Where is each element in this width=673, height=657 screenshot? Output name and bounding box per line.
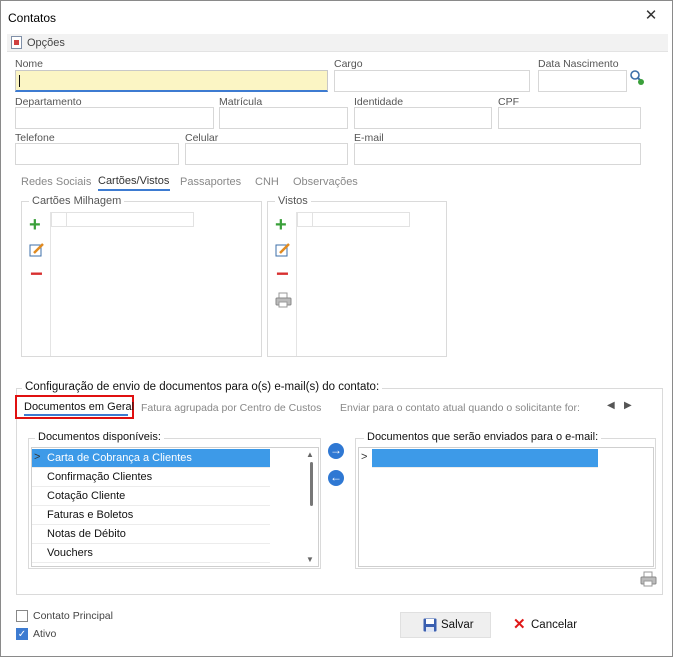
tab-redes-sociais[interactable]: Redes Sociais (21, 176, 91, 188)
edit-icon[interactable] (275, 242, 291, 258)
cartoes-milhagem-group: + − (21, 201, 262, 357)
document-icon (11, 36, 22, 49)
ativo-checkbox[interactable]: ✓ (16, 628, 28, 640)
tab-observacoes[interactable]: Observações (293, 176, 358, 188)
nome-field[interactable] (15, 70, 328, 92)
selected-list[interactable]: > (358, 447, 654, 567)
cancelar-label: Cancelar (531, 619, 578, 631)
ativo-label: Ativo (33, 628, 57, 640)
text-caret (19, 75, 20, 87)
vistos-header-indicator (297, 212, 313, 227)
list-item[interactable] (372, 449, 598, 468)
cancelar-button[interactable]: ✕ Cancelar (503, 612, 583, 638)
remove-icon[interactable]: − (276, 263, 289, 285)
vistos-toolbar: + − (268, 212, 297, 356)
list-item[interactable]: Vouchers (32, 544, 270, 563)
scroll-left-icon[interactable]: ◀ (607, 400, 615, 411)
celular-field[interactable] (185, 143, 348, 165)
cartoes-header-indicator (51, 212, 67, 227)
cartoes-header-cell (66, 212, 194, 227)
printer-icon[interactable] (275, 292, 292, 308)
cargo-field[interactable] (334, 70, 530, 92)
vistos-header-cell (312, 212, 410, 227)
data-nascimento-field[interactable] (538, 70, 627, 92)
edit-icon[interactable] (29, 242, 45, 258)
telefone-field[interactable] (15, 143, 179, 165)
cartoes-toolbar: + − (22, 212, 51, 356)
available-group: Carta de Cobrança a Clientes > Confirmaç… (28, 438, 321, 569)
row-pointer-icon: > (361, 451, 368, 463)
list-item[interactable]: Carta de Cobrança a Clientes (32, 449, 270, 468)
add-icon[interactable]: + (29, 215, 41, 235)
data-nascimento-label: Data Nascimento (538, 58, 619, 70)
close-icon[interactable]: ✕ (642, 7, 660, 25)
tab-cnh[interactable]: CNH (255, 176, 279, 188)
list-item[interactable]: Confirmação Clientes (32, 468, 270, 487)
salvar-label: Salvar (441, 619, 474, 631)
contatos-window: Contatos ✕ Opções Nome Cargo Data Nascim… (0, 0, 673, 657)
printer-icon[interactable] (640, 571, 657, 587)
move-left-icon[interactable]: ← (328, 470, 344, 486)
departamento-field[interactable] (15, 107, 214, 129)
scroll-up-icon[interactable]: ▲ (306, 450, 314, 459)
cancel-icon: ✕ (513, 616, 526, 633)
selected-group: > (355, 438, 656, 569)
save-icon (423, 618, 437, 632)
cpf-field[interactable] (498, 107, 641, 129)
config-title: Configuração de envio de documentos para… (22, 381, 383, 393)
cartoes-milhagem-title: Cartões Milhagem (29, 195, 125, 207)
selected-title: Documentos que serão enviados para o e-m… (364, 431, 602, 443)
options-label: Opções (27, 37, 65, 49)
options-bar[interactable]: Opções (7, 34, 668, 52)
subtab-documentos-em-geral[interactable]: Documentos em Geral (24, 401, 134, 413)
available-list[interactable]: Carta de Cobrança a Clientes > Confirmaç… (31, 447, 319, 567)
nome-label: Nome (15, 58, 44, 70)
vistos-group: + − (267, 201, 447, 357)
search-person-icon[interactable] (629, 69, 645, 86)
contato-principal-checkbox[interactable] (16, 610, 28, 622)
row-pointer-icon: > (34, 451, 41, 463)
scroll-down-icon[interactable]: ▼ (306, 555, 314, 564)
matricula-field[interactable] (219, 107, 348, 129)
available-title: Documentos disponíveis: (35, 431, 164, 443)
email-field[interactable] (354, 143, 641, 165)
list-item[interactable]: Notas de Débito (32, 525, 270, 544)
identidade-field[interactable] (354, 107, 492, 129)
scroll-right-icon[interactable]: ▶ (624, 400, 632, 411)
tab-passaportes[interactable]: Passaportes (180, 176, 241, 188)
tab-selected-underline (98, 189, 170, 191)
window-title: Contatos (8, 11, 57, 25)
list-item[interactable]: Cotação Cliente (32, 487, 270, 506)
remove-icon[interactable]: − (30, 263, 43, 285)
subtab-enviar-contato[interactable]: Enviar para o contato atual quando o sol… (340, 402, 580, 414)
scrollbar-thumb[interactable] (310, 462, 313, 506)
contato-principal-label: Contato Principal (33, 610, 113, 622)
salvar-button[interactable]: Salvar (400, 612, 491, 638)
tab-cartoes-vistos[interactable]: Cartões/Vistos (98, 175, 169, 187)
vistos-title: Vistos (275, 195, 311, 207)
subtab-selected-underline (24, 414, 128, 416)
list-item[interactable]: Faturas e Boletos (32, 506, 270, 525)
cargo-label: Cargo (334, 58, 363, 70)
add-icon[interactable]: + (275, 215, 287, 235)
move-right-icon[interactable]: → (328, 443, 344, 459)
subtab-fatura-agrupada[interactable]: Fatura agrupada por Centro de Custos (141, 402, 321, 414)
